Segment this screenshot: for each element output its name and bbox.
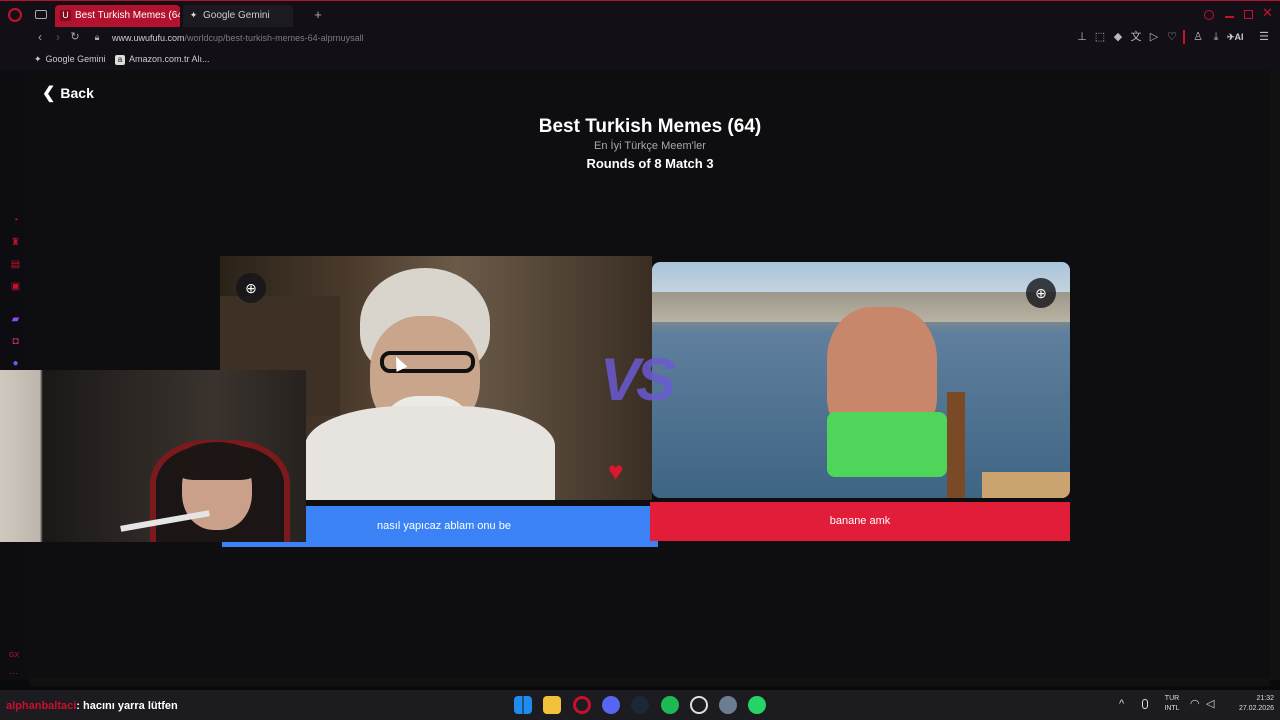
right-meme-image[interactable]: ⊕ xyxy=(652,262,1070,498)
streamer-hair-shape xyxy=(178,442,256,480)
opera-logo-icon[interactable] xyxy=(8,8,22,22)
url-host: www.uwufufu.com xyxy=(112,33,185,43)
back-button[interactable]: ❮ Back xyxy=(42,84,94,102)
tab-label: Google Gemini xyxy=(203,10,270,21)
ai-label: AI xyxy=(1234,32,1244,42)
tab-google-gemini[interactable]: ✦ Google Gemini xyxy=(183,5,293,27)
page-subtitle: En İyi Türkçe Meem'ler xyxy=(594,140,706,152)
messenger-icon[interactable]: ▤ xyxy=(9,259,22,270)
discord-icon[interactable]: ● xyxy=(9,358,22,369)
vertical-scrollbar[interactable] xyxy=(1270,70,1280,680)
zoom-in-icon[interactable]: ⊕ xyxy=(1026,278,1056,308)
shield-icon[interactable]: ◆ xyxy=(1111,30,1125,44)
clock-date: 27.02.2026 xyxy=(1238,705,1274,712)
bookmarks-bar: ✦ Google Gemini a Amazon.com.tr Alı... xyxy=(0,48,1280,70)
clock-time: 21:32 xyxy=(1256,695,1274,702)
shirt-shape xyxy=(305,406,555,500)
back-label: Back xyxy=(60,85,94,101)
play-icon[interactable]: ▷ xyxy=(1147,30,1161,44)
right-choice-button[interactable]: banane amk xyxy=(650,502,1070,541)
url-field[interactable]: www.uwufufu.com/worldcup/best-turkish-me… xyxy=(112,31,712,45)
discord-taskbar-icon[interactable] xyxy=(602,696,620,714)
spotify-icon[interactable] xyxy=(661,696,679,714)
settings-gear-icon[interactable] xyxy=(719,696,737,714)
heart-icon[interactable]: ♡ xyxy=(1165,30,1179,44)
tab-best-turkish-memes[interactable]: U Best Turkish Memes (64) xyxy=(55,5,180,27)
ai-button[interactable]: ✈AI xyxy=(1227,31,1251,43)
gemini-favicon-icon: ✦ xyxy=(189,10,198,20)
bookmark-amazon[interactable]: a Amazon.com.tr Alı... xyxy=(115,53,210,65)
restore-button[interactable] xyxy=(1244,10,1253,19)
ai-spark-icon: ✈ xyxy=(1227,32,1235,42)
snapshot-icon[interactable]: ⬚ xyxy=(1093,30,1107,44)
tab-bar: U Best Turkish Memes (64) ✦ Google Gemin… xyxy=(0,0,1280,28)
taskbar: alphanbaltaci: hacını yarra lütfen ^ TUR… xyxy=(0,690,1280,720)
toolbar-divider xyxy=(1183,30,1185,44)
url-path: /worldcup/best-turkish-memes-64-alprnuys… xyxy=(184,33,364,43)
new-tab-button[interactable]: + xyxy=(311,8,325,22)
gemini-spark-icon: ✦ xyxy=(34,54,42,64)
chat-username: alphanbaltaci xyxy=(6,700,77,712)
bookmark-label: Amazon.com.tr Alı... xyxy=(129,54,210,64)
gx-label[interactable]: GX xyxy=(9,652,19,659)
forward-nav-icon[interactable]: › xyxy=(51,30,65,44)
left-choice-label: nasıl yapıcaz ablam onu be xyxy=(377,520,511,532)
translate-icon[interactable]: 文 xyxy=(1129,30,1143,44)
chevron-left-icon: ❮ xyxy=(42,85,56,102)
workspaces-icon[interactable] xyxy=(35,10,47,19)
language-indicator[interactable]: TUR INTL xyxy=(1160,694,1184,714)
gx-control-icon[interactable]: ◔ xyxy=(9,215,22,226)
obs-icon[interactable] xyxy=(690,696,708,714)
pin-icon[interactable]: ⊥ xyxy=(1075,30,1089,44)
opera-gx-taskbar-icon[interactable] xyxy=(573,696,591,714)
sidebar-more-icon[interactable]: ··· xyxy=(9,668,18,678)
dock-shape xyxy=(982,472,1070,498)
chat-text: : hacını yarra lütfen xyxy=(76,700,178,712)
reload-icon[interactable]: ↻ xyxy=(68,30,82,44)
back-nav-icon[interactable]: ‹ xyxy=(33,30,47,44)
railing-shape xyxy=(947,392,965,498)
steam-icon[interactable] xyxy=(631,696,649,714)
green-shorts-shape xyxy=(827,412,947,477)
easy-setup-icon[interactable]: ☰ xyxy=(1257,30,1271,44)
amazon-favicon-icon: a xyxy=(115,55,125,65)
profile-icon[interactable]: ♙ xyxy=(1191,30,1205,44)
chat-message: alphanbaltaci: hacını yarra lütfen xyxy=(6,699,178,713)
download-icon[interactable]: ⤓ xyxy=(1209,30,1223,44)
twitch-icon[interactable]: ▰ xyxy=(9,314,22,325)
bookmark-google-gemini[interactable]: ✦ Google Gemini xyxy=(34,53,106,65)
zoom-in-icon[interactable]: ⊕ xyxy=(236,273,266,303)
bookmark-label: Google Gemini xyxy=(45,54,106,64)
close-button[interactable]: ✕ xyxy=(1262,6,1274,20)
microphone-icon[interactable] xyxy=(1142,699,1148,709)
wifi-icon[interactable]: ◠ xyxy=(1190,697,1200,710)
webcam-overlay xyxy=(0,370,306,542)
whatsapp-icon[interactable] xyxy=(748,696,766,714)
lang-bottom: INTL xyxy=(1164,705,1180,712)
horizontal-scrollbar[interactable] xyxy=(30,678,1270,686)
tray-chevron-icon[interactable]: ^ xyxy=(1119,698,1124,710)
player-icon[interactable]: ▣ xyxy=(9,281,22,292)
minimize-button[interactable] xyxy=(1225,16,1234,18)
page-title: Best Turkish Memes (64) xyxy=(538,116,762,137)
round-label: Rounds of 8 Match 3 xyxy=(586,156,714,171)
tab-label: Best Turkish Memes (64) xyxy=(75,10,180,21)
search-tabs-icon[interactable] xyxy=(1204,10,1214,20)
instagram-icon[interactable]: ◘ xyxy=(9,336,22,347)
red-heart-icon: ♥ xyxy=(608,456,624,486)
gx-corner-icon[interactable]: ♜ xyxy=(9,237,22,248)
right-choice-label: banane amk xyxy=(829,515,891,527)
clock[interactable]: 21:32 27.02.2026 xyxy=(1224,694,1274,714)
windows-start-icon[interactable] xyxy=(514,696,532,714)
lang-top: TUR xyxy=(1164,695,1180,702)
file-explorer-icon[interactable] xyxy=(543,696,561,714)
lock-icon: 🔒︎ xyxy=(94,32,100,42)
volume-icon[interactable]: ◁ xyxy=(1206,697,1214,710)
vs-label: VS xyxy=(600,346,676,413)
uwufufu-favicon-icon: U xyxy=(60,10,71,21)
